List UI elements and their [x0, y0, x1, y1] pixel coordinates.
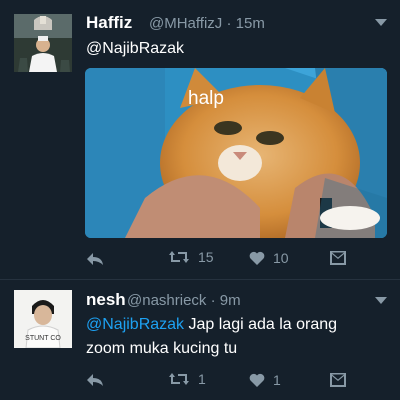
attached-image[interactable]: halp	[85, 68, 387, 238]
avatar-nesh[interactable]: STUNT CO	[14, 290, 72, 348]
direct-message-button[interactable]	[330, 250, 346, 266]
svg-text:STUNT CO: STUNT CO	[25, 335, 61, 342]
timestamp: 15m	[235, 15, 265, 32]
author-handle[interactable]: @nashrieck · 9m	[127, 292, 241, 309]
author-handle[interactable]: @MHaffizJ · 15m	[149, 15, 265, 32]
mention-link[interactable]: @NajibRazak	[86, 37, 184, 61]
author-name[interactable]: nesh	[86, 290, 126, 310]
like-count: 1	[273, 372, 281, 388]
like-icon	[249, 373, 265, 387]
reply-icon	[87, 374, 103, 386]
direct-message-icon	[330, 373, 346, 387]
caret-down-icon[interactable]	[375, 297, 387, 304]
reply-button[interactable]	[86, 372, 104, 388]
tweet-divider	[0, 279, 400, 280]
image-caption: halp	[188, 88, 224, 109]
retweet-icon	[169, 373, 189, 385]
like-icon	[249, 251, 265, 265]
reply-button[interactable]	[86, 251, 104, 267]
retweet-icon	[169, 251, 189, 263]
avatar-haffiz[interactable]	[14, 14, 72, 72]
direct-message-icon	[330, 251, 346, 265]
like-button[interactable]: 1	[249, 372, 281, 388]
reply-icon	[87, 253, 103, 265]
timestamp: 9m	[219, 292, 241, 309]
mention-link[interactable]: @NajibRazak	[86, 316, 184, 333]
direct-message-button[interactable]	[330, 372, 346, 388]
tweet-text: @NajibRazak Jap lagi ada la orang zoom m…	[86, 316, 338, 357]
retweet-button[interactable]: 1	[168, 371, 206, 387]
retweet-count: 15	[198, 249, 214, 265]
retweet-count: 1	[198, 371, 206, 387]
like-button[interactable]: 10	[249, 250, 289, 266]
caret-down-icon[interactable]	[375, 19, 387, 26]
retweet-button[interactable]: 15	[168, 249, 214, 265]
like-count: 10	[273, 250, 289, 266]
author-name[interactable]: Haffiz	[86, 13, 132, 33]
cat-photo	[85, 68, 387, 238]
